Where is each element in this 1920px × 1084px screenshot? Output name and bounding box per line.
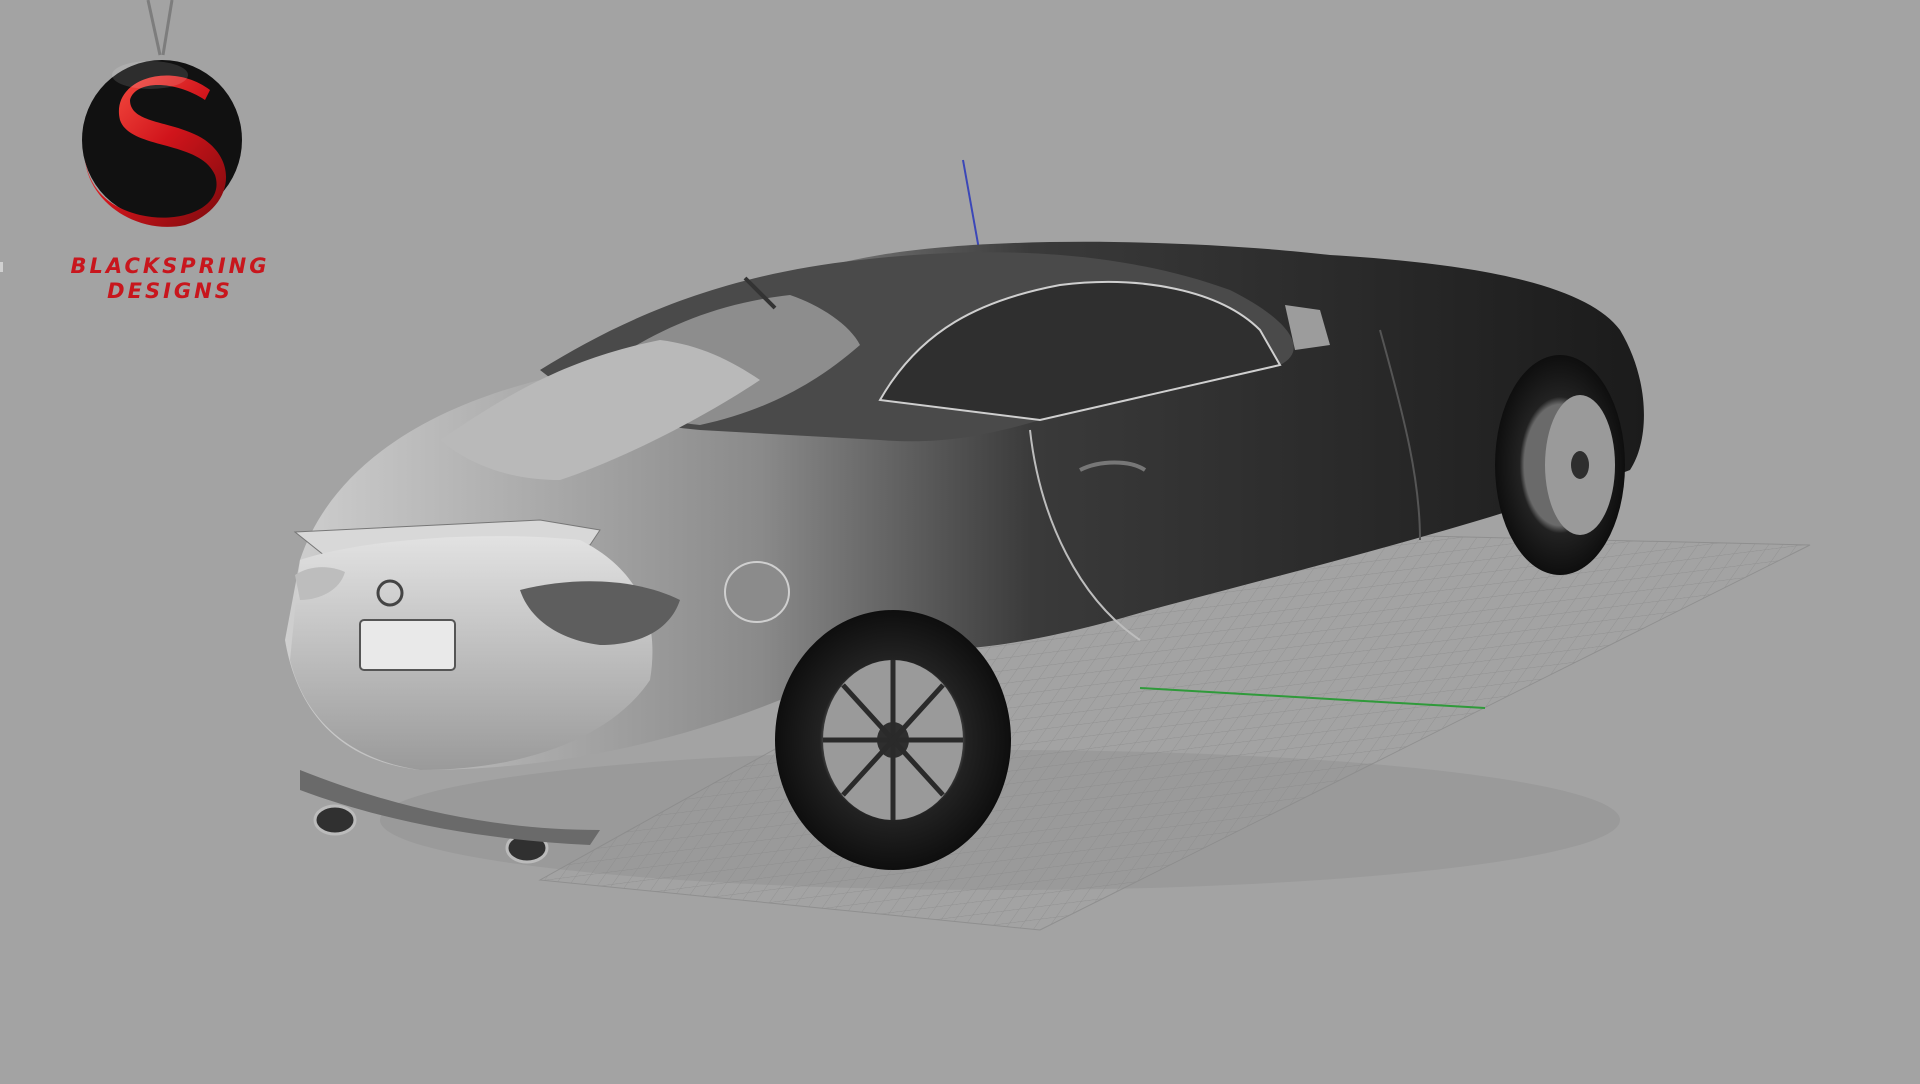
brand-name-line2: DESIGNS <box>107 279 233 303</box>
z-axis <box>962 159 981 256</box>
brand-logo: BLACKSPRING DESIGNS <box>40 0 300 320</box>
3d-viewport[interactable]: BLACKSPRING DESIGNS <box>0 0 1920 1080</box>
front-wheel[interactable] <box>1495 355 1625 575</box>
brand-name-line1: BLACKSPRING <box>70 254 270 278</box>
viewport-edge-marker <box>0 262 3 272</box>
rear-wheel[interactable] <box>775 610 1011 870</box>
